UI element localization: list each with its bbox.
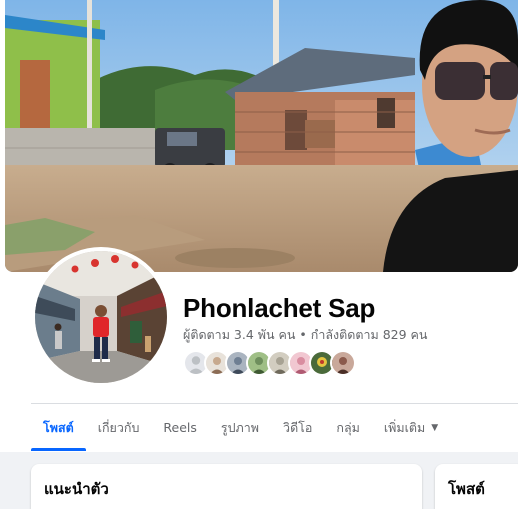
followers-count[interactable]: ผู้ติดตาม 3.4 พัน คน — [183, 327, 295, 342]
tab-about[interactable]: เกี่ยวกับ — [86, 404, 152, 451]
posts-title: โพสต์ — [448, 480, 485, 498]
tab-more[interactable]: เพิ่มเติม ▼ — [372, 404, 450, 451]
posts-card: โพสต์ — [435, 464, 518, 509]
intro-title: แนะนำตัว — [44, 480, 109, 498]
profile-avatar[interactable] — [31, 247, 171, 387]
tab-groups[interactable]: กลุ่ม — [324, 404, 371, 451]
intro-card: แนะนำตัว — [31, 464, 422, 509]
cover-photo[interactable] — [5, 0, 518, 272]
following-count[interactable]: กำลังติดตาม 829 คน — [311, 327, 428, 342]
caret-down-icon: ▼ — [431, 422, 439, 433]
tab-posts[interactable]: โพสต์ — [31, 404, 86, 451]
friends-preview — [183, 350, 356, 378]
stats-separator: • — [299, 327, 307, 342]
tab-videos[interactable]: วิดีโอ — [271, 404, 324, 451]
follow-stats: ผู้ติดตาม 3.4 พัน คน • กำลังติดตาม 829 ค… — [183, 325, 427, 345]
tab-label: เพิ่มเติม — [383, 419, 426, 435]
profile-tabs: โพสต์ เกี่ยวกับ Reels รูปภาพ วิดีโอ กลุ่… — [31, 404, 450, 451]
tab-photos[interactable]: รูปภาพ — [209, 404, 271, 451]
tab-label: โพสต์ — [43, 419, 74, 435]
tab-label: เกี่ยวกับ — [97, 419, 140, 435]
tab-reels[interactable]: Reels — [151, 404, 209, 451]
tab-label: วิดีโอ — [283, 419, 313, 435]
friend-avatar-icon[interactable] — [330, 350, 356, 376]
tab-label: Reels — [163, 420, 197, 435]
profile-picture — [35, 251, 167, 383]
tab-label: กลุ่ม — [336, 419, 360, 435]
profile-name: Phonlachet Sap — [183, 293, 376, 323]
tab-label: รูปภาพ — [220, 419, 260, 435]
